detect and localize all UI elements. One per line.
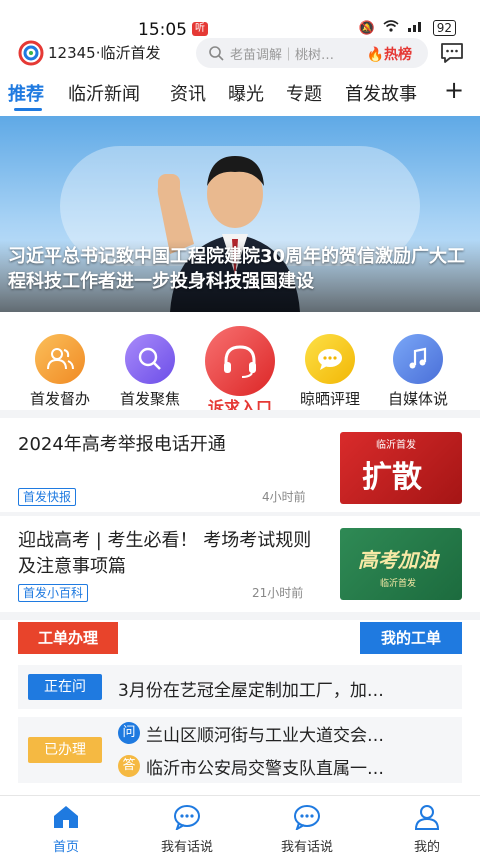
news-title: 2024年高考举报电话开通 [18,434,226,455]
news-tag: 首发快报 [18,488,77,506]
category-tabs: 推荐 临沂新闻 资讯 曝光 专题 首发故事 + [0,76,480,114]
chat-bubble-icon [174,805,200,832]
news-time: 21小时前 [252,586,304,600]
search-icon [209,46,224,61]
message-icon[interactable] [440,42,464,64]
shortcut-focus[interactable]: 首发聚焦 [110,326,190,409]
news-tag: 首发小百科 [18,584,89,602]
shortcut-label: 首发督办 [29,390,90,408]
question-mark-badge: 问 [118,722,140,744]
app-header: 12345·临沂首发 老苗调解｜桃树… 🔥热榜 [0,38,480,72]
thumbnail-brand: 临沂首发 [376,440,416,451]
chat-bubble-icon [294,805,320,832]
work-order-text: 3月份在艺冠全屋定制加工厂，加… [118,681,384,701]
news-item[interactable]: 迎战高考 | 考生必看！ 考场考试规则及注意事项篇 首发小百科 21小时前 高考… [0,518,480,612]
tab-info[interactable]: 资讯 [170,80,206,106]
shortcut-appeal[interactable]: 诉求入口 [200,326,280,418]
shortcut-supervise[interactable]: 首发督办 [20,326,100,409]
tabbar-mine[interactable]: 我的 [377,804,477,855]
music-note-icon [393,334,443,384]
news-thumbnail: 高考加油 临沂首发 [340,528,462,600]
tabbar-label: 我的 [413,840,440,855]
thumbnail-caption: 扩散 [362,460,422,495]
work-order-title: 工单办理 [18,622,118,654]
hot-list-button[interactable]: 🔥热榜 [367,44,412,64]
work-order-question: 兰山区顺河街与工业大道交会… [146,726,384,746]
users-icon [35,334,85,384]
shortcut-grid: 首发督办 首发聚焦 诉求入口 晾晒评理 自媒体说 [0,326,480,417]
app-name: 12345·临沂首发 [48,44,161,62]
status-time: 15:05 [138,20,187,40]
add-tab-button[interactable]: + [444,76,464,104]
thumbnail-brand: 临沂首发 [380,579,417,589]
my-work-orders-button[interactable]: 我的工单 [360,622,462,654]
thumbnail-caption: 高考加油 [358,548,438,572]
work-order-answer: 临沂市公安局交警支队直属一… [146,759,384,779]
user-icon [414,805,440,830]
notification-badge: 听 [192,22,208,36]
bottom-tab-bar: 首页 我有话说 我有话说 我的 [0,795,480,855]
search-icon [125,334,175,384]
battery-indicator: 92 [432,20,456,36]
work-order-row[interactable]: 正在问 3月份在艺冠全屋定制加工厂，加… [18,665,462,709]
status-badge-done: 已办理 [28,737,102,763]
tab-topics[interactable]: 专题 [286,80,322,106]
tabbar-speak[interactable]: 我有话说 [137,804,237,855]
tabbar-speak-2[interactable]: 我有话说 [257,804,357,855]
news-thumbnail: 临沂首发 扩散 [340,432,462,504]
banner-title: 习近平总书记致中国工程院建院30周年的贺信激励广大工程科技工作者进一步投身科技强… [8,246,466,292]
shortcut-media[interactable]: 自媒体说 [378,326,458,409]
search-placeholder: 老苗调解｜桃树… [230,47,335,63]
wifi-icon [383,20,399,36]
news-title: 迎战高考 | 考生必看！ 考场考试规则及注意事项篇 [18,530,312,577]
shortcut-label: 晾晒评理 [299,390,360,408]
signal-icon [407,20,425,36]
news-time: 4小时前 [262,490,306,504]
section-divider [0,512,480,516]
active-tab-indicator [14,108,42,111]
mute-bell-icon: 🔕 [358,20,375,36]
tabbar-home[interactable]: 首页 [16,804,116,855]
tab-linyi-news[interactable]: 临沂新闻 [68,80,140,106]
headset-icon [205,326,275,396]
chat-dots-icon [305,334,355,384]
tab-stories[interactable]: 首发故事 [345,80,417,106]
status-icons: 🔕 92 [359,20,456,36]
status-badge-in-progress: 正在问 [28,674,102,700]
status-bar: 15:05 听 🔕 92 [0,0,480,40]
hot-list-label: 热榜 [384,47,412,63]
news-item[interactable]: 2024年高考举报电话开通 首发快报 4小时前 临沂首发 扩散 [0,418,480,510]
work-order-header: 工单办理 我的工单 [0,622,480,656]
tab-exposure[interactable]: 曝光 [228,80,264,106]
shortcut-label: 自媒体说 [387,390,448,408]
tabbar-label: 我有话说 [280,840,333,855]
tab-recommend[interactable]: 推荐 [8,80,44,106]
banner-carousel[interactable]: 习近平总书记致中国工程院建院30周年的贺信激励广大工程科技工作者进一步投身科技强… [0,116,480,312]
app-logo-icon [18,40,44,66]
shortcut-review[interactable]: 晾晒评理 [290,326,370,409]
section-divider [0,612,480,620]
shortcut-label: 首发聚焦 [119,390,180,408]
answer-mark-badge: 答 [118,755,140,777]
section-divider [0,410,480,418]
home-icon [54,806,78,828]
flame-icon: 🔥 [366,47,384,63]
work-order-row[interactable]: 已办理 问 兰山区顺河街与工业大道交会… 答 临沂市公安局交警支队直属一… [18,717,462,783]
tabbar-label: 首页 [52,840,79,855]
tabbar-label: 我有话说 [160,840,213,855]
search-box[interactable]: 老苗调解｜桃树… 🔥热榜 [196,38,428,68]
